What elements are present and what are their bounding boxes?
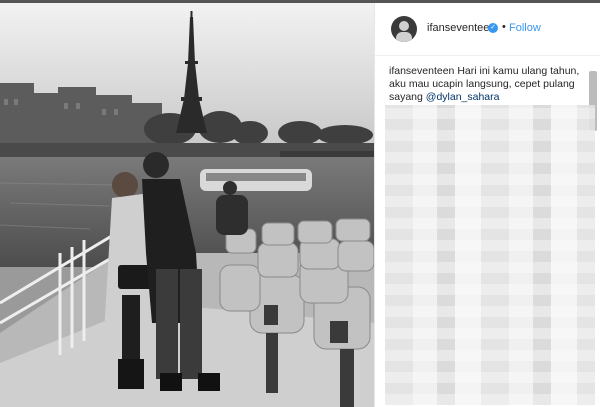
post-header: ifanseventeen ✓ • Follow — [375, 3, 600, 56]
separator-dot: • — [502, 21, 506, 33]
pixelated-comments — [385, 105, 595, 405]
post-caption: ifanseventeen Hari ini kamu ulang tahun,… — [389, 65, 585, 104]
username-link[interactable]: ifanseventeen — [427, 22, 496, 34]
mention-link[interactable]: @dylan_sahara — [426, 91, 500, 103]
post-sidebar: ifanseventeen ✓ • Follow ifanseventeen H… — [374, 3, 600, 407]
caption-username-link[interactable]: ifanseventeen — [389, 65, 454, 77]
verified-badge-icon: ✓ — [488, 23, 498, 33]
post-photo[interactable] — [0, 3, 374, 407]
follow-button[interactable]: Follow — [509, 22, 541, 34]
avatar[interactable] — [391, 16, 417, 42]
